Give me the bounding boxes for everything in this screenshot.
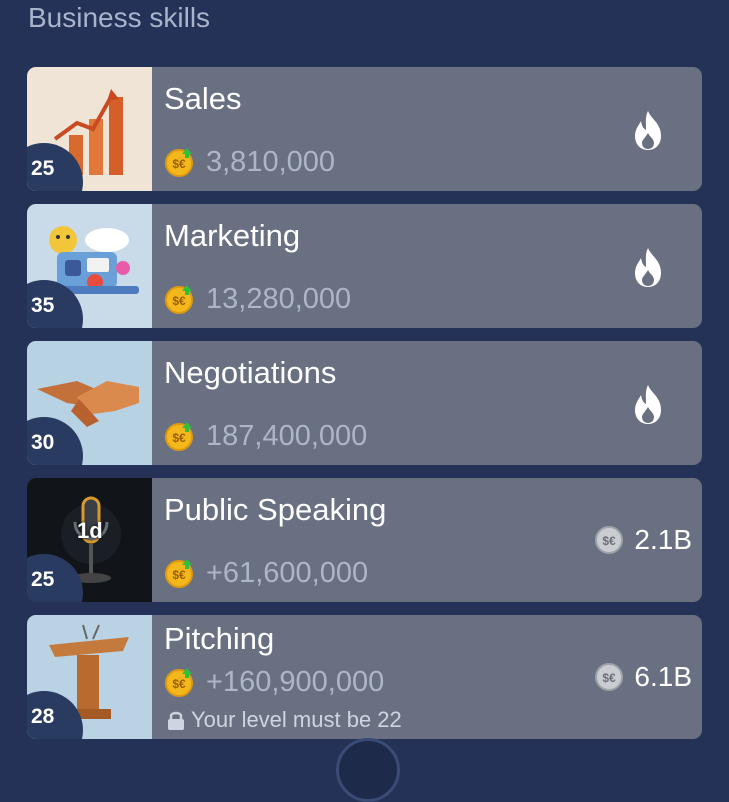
level-number: 28: [31, 705, 55, 728]
skill-card-pitching[interactable]: 28 Pitching $€ +160,900,000 $€ 6.1B Your…: [27, 615, 702, 739]
svg-text:$€: $€: [172, 677, 186, 691]
income-row: $€ 187,400,000: [164, 419, 367, 453]
bottom-nav-button[interactable]: [336, 738, 400, 802]
coin-icon: $€: [165, 148, 193, 177]
upgrade-price-button[interactable]: $€ 6.1B: [594, 661, 692, 693]
coin-icon: $€: [165, 559, 193, 588]
level-requirement-text: Your level must be 22: [191, 707, 402, 732]
fire-icon: [635, 385, 661, 424]
price-value: 6.1B: [634, 661, 692, 692]
income-value: +160,900,000: [206, 665, 385, 698]
coin-icon: $€: [165, 422, 193, 451]
upgrade-price-button[interactable]: $€ 2.1B: [594, 524, 692, 556]
price-value: 2.1B: [634, 524, 692, 555]
level-number: 25: [31, 157, 55, 180]
pitching-image: 28: [27, 615, 152, 739]
lock-icon: [168, 711, 184, 730]
skill-card-sales[interactable]: 25 Sales $€ 3,810,000: [27, 67, 702, 191]
skill-card-public-speaking[interactable]: 1d 25 Public Speaking $€ +61,600,000 $€ …: [27, 478, 702, 602]
income-value: +61,600,000: [206, 556, 369, 589]
svg-text:$€: $€: [172, 157, 186, 171]
negotiations-image: 30: [27, 341, 152, 465]
skill-name: Negotiations: [164, 355, 337, 390]
fire-icon: [635, 111, 661, 150]
income-row: $€ 3,810,000: [164, 145, 335, 179]
svg-text:$€: $€: [172, 294, 186, 308]
coin-icon: $€: [165, 668, 193, 697]
income-row: $€ 13,280,000: [164, 282, 351, 316]
skill-card-marketing[interactable]: 35 Marketing $€ 13,280,000: [27, 204, 702, 328]
svg-text:$€: $€: [172, 568, 186, 582]
skill-name: Pitching: [164, 621, 275, 656]
level-requirement: Your level must be 22: [167, 707, 402, 733]
level-number: 35: [31, 294, 55, 317]
skill-name: Sales: [164, 81, 242, 116]
skill-name: Public Speaking: [164, 492, 387, 527]
income-row: $€ +160,900,000: [164, 665, 384, 699]
cooldown-timer: 1d: [77, 518, 103, 543]
silver-coin-icon: $€: [595, 526, 624, 554]
coin-icon: $€: [165, 285, 193, 314]
section-title: Business skills: [28, 2, 211, 33]
income-value: 187,400,000: [206, 419, 368, 452]
skill-name: Marketing: [164, 218, 301, 253]
income-row: $€ +61,600,000: [164, 556, 368, 590]
level-number: 30: [31, 431, 55, 454]
skill-card-negotiations[interactable]: 30 Negotiations $€ 187,400,000: [27, 341, 702, 465]
silver-coin-icon: $€: [595, 663, 624, 691]
level-number: 25: [31, 568, 55, 591]
svg-text:$€: $€: [603, 671, 617, 685]
svg-text:$€: $€: [172, 431, 186, 445]
marketing-image: 35: [27, 204, 152, 328]
public-speaking-image: 1d 25: [27, 478, 152, 602]
fire-icon: [635, 248, 661, 287]
income-value: 13,280,000: [206, 282, 352, 315]
income-value: 3,810,000: [206, 145, 336, 178]
sales-image: 25: [27, 67, 152, 191]
svg-text:$€: $€: [603, 534, 617, 548]
